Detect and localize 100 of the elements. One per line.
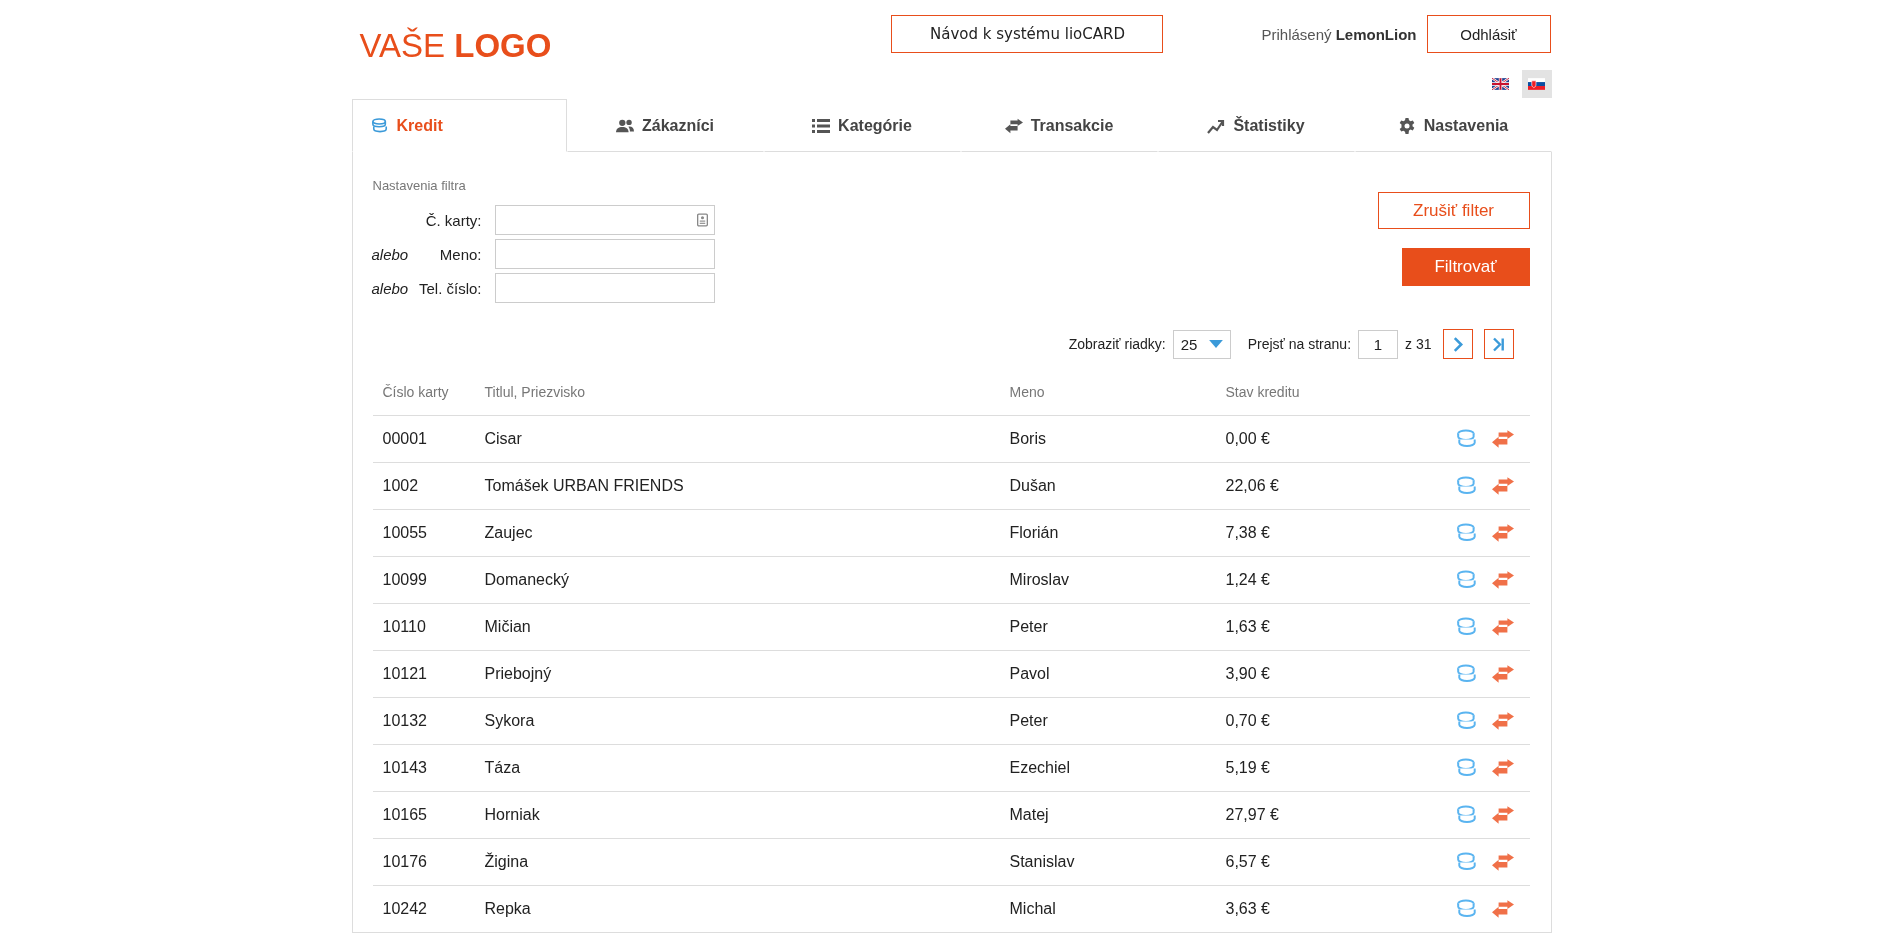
table-cell: 5,19 € [1215,744,1370,792]
coins-icon [1455,852,1478,872]
coins-icon [1455,899,1478,919]
table-cell: Dušan [999,462,1216,510]
id-card-icon [696,213,708,227]
input-field[interactable] [494,273,715,303]
transaction-button[interactable] [1491,805,1514,825]
rows-dropdown[interactable]: 25 [1172,329,1231,359]
rising-arrow-icon [1207,117,1226,134]
table-cell: Žigina [474,838,1000,886]
credit-button[interactable] [1455,617,1478,637]
transaction-button[interactable] [1491,429,1514,449]
transaction-button[interactable] [1491,523,1514,543]
language-button[interactable] [1521,70,1552,98]
transaction-button[interactable] [1491,852,1514,872]
transaction-button[interactable] [1491,711,1514,731]
table-cell: 10099 [372,556,475,604]
table-cell: Miroslav [999,556,1216,604]
credit-button[interactable] [1455,570,1478,590]
table-cell: Táza [474,744,1000,792]
table-cell: 1,63 € [1215,603,1370,651]
filter-button[interactable]: Filtrovať [1401,248,1530,286]
credit-button[interactable] [1455,664,1478,684]
table-cell: 10165 [372,791,475,839]
sk-flag-icon [1528,78,1545,90]
last-page-button[interactable] [1483,329,1514,359]
page-total: z 31 [1405,336,1432,352]
coins-icon [1455,570,1478,590]
table-cell: 22,06 € [1215,462,1370,510]
uk-flag-icon [1492,78,1509,90]
exchange-arrows-icon [1491,617,1514,637]
credit-button[interactable] [1455,899,1478,919]
chevron-right-icon [1451,336,1464,352]
logo: VAŠE LOGO [359,27,552,65]
filter-title: Nastavenia filtra [372,178,467,193]
next-page-button[interactable] [1442,329,1473,359]
table-cell: 1002 [372,462,475,510]
table-cell: Peter [999,697,1216,745]
table-cell: Tomášek URBAN FRIENDS [474,462,1000,510]
credit-button[interactable] [1455,711,1478,731]
input-field[interactable] [494,205,715,235]
exchange-arrows-icon [1491,852,1514,872]
transaction-button[interactable] [1491,664,1514,684]
table-cell: Pavol [999,650,1216,698]
table-cell: 10055 [372,509,475,557]
field-label: Tel. číslo: [418,279,482,297]
guide-button[interactable]: Návod k systému lioCARD [891,15,1164,53]
table-cell: 00001 [372,415,475,463]
gear-icon [1397,117,1416,134]
table-cell: 10176 [372,838,475,886]
credit-button[interactable] [1455,805,1478,825]
field-label: Meno: [439,245,482,263]
dropdown-caret-icon [1208,340,1223,348]
table-cell: Mičian [474,603,1000,651]
table-cell: 10132 [372,697,475,745]
exchange-arrows-icon [1491,664,1514,684]
input-field[interactable] [494,239,715,269]
coins-icon [1455,805,1478,825]
transaction-button[interactable] [1491,570,1514,590]
coins-icon [370,117,389,134]
go-to-page-label: Prejsť na stranu: [1247,336,1352,352]
page-field[interactable]: 1 [1358,329,1399,359]
table-cell: Horniak [474,791,1000,839]
transaction-button[interactable] [1491,476,1514,496]
exchange-arrows-icon [1491,805,1514,825]
credit-button[interactable] [1455,429,1478,449]
table-cell: Matej [999,791,1216,839]
table-cell: Repka [474,885,1000,933]
table-cell: 1,24 € [1215,556,1370,604]
coins-icon [1455,664,1478,684]
table-cell: Ezechiel [999,744,1216,792]
tab[interactable]: Kredit [351,99,567,152]
exchange-arrows-icon [1491,429,1514,449]
transaction-button[interactable] [1491,617,1514,637]
table-cell: 27,97 € [1215,791,1370,839]
exchange-arrows-icon [1491,570,1514,590]
credit-button[interactable] [1455,476,1478,496]
coins-icon [1455,711,1478,731]
coins-icon [1455,429,1478,449]
credit-button[interactable] [1455,758,1478,778]
column-header: Číslo karty [372,379,475,416]
table-cell: Domanecký [474,556,1000,604]
or-label: alebo [371,245,409,263]
logout-button[interactable]: Odhlásiť [1426,15,1551,53]
table-cell: Michal [999,885,1216,933]
table-cell: 7,38 € [1215,509,1370,557]
credit-button[interactable] [1455,523,1478,543]
transaction-button[interactable] [1491,758,1514,778]
coins-icon [1455,523,1478,543]
credit-button[interactable] [1455,852,1478,872]
table-cell: 10242 [372,885,475,933]
exchange-arrows-icon [1491,758,1514,778]
clear-filter-button[interactable]: Zrušiť filter [1377,192,1530,229]
transaction-button[interactable] [1491,899,1514,919]
table-cell: 10110 [372,603,475,651]
rows-label: Zobraziť riadky: [1068,336,1166,352]
column-header: Meno [999,379,1216,416]
exchange-arrows-icon [1491,711,1514,731]
users-icon [616,117,634,134]
exchange-arrows-icon [1491,476,1514,496]
